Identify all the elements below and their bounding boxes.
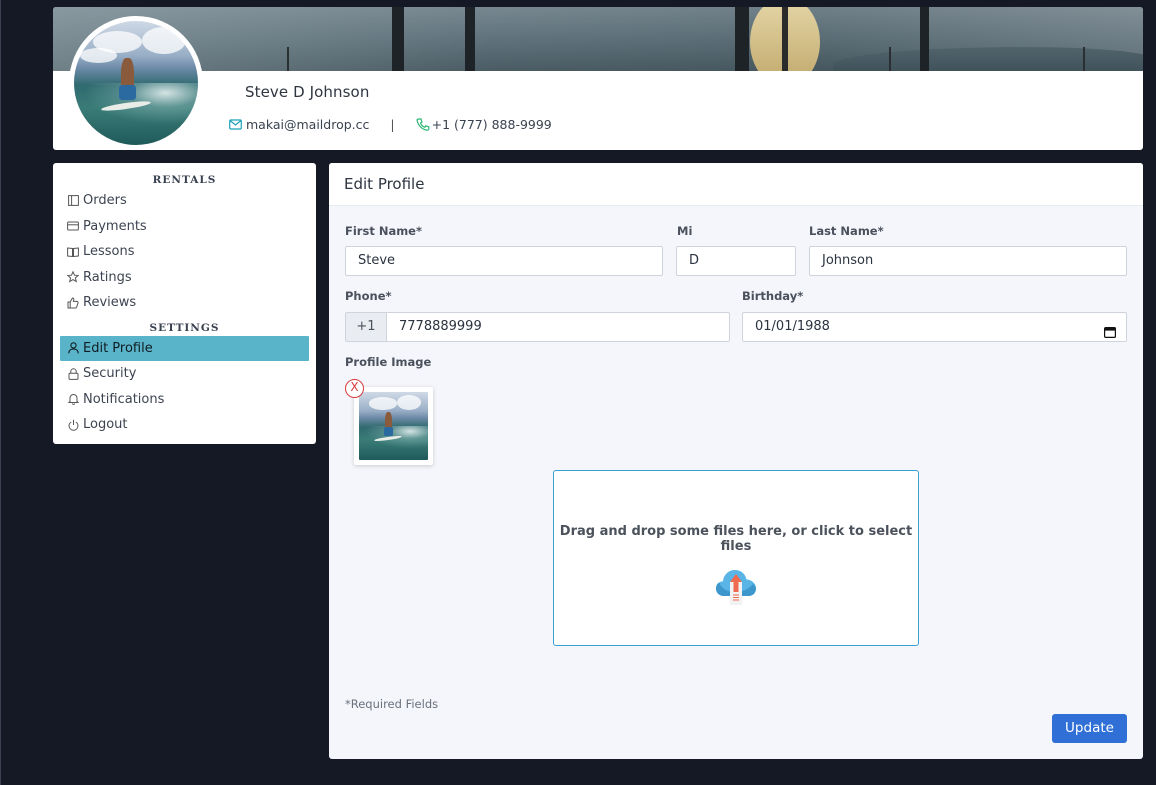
remove-image-button[interactable]: X [345,379,364,398]
calendar-icon[interactable] [1104,321,1117,349]
required-fields-note: *Required Fields [345,697,439,711]
sidebar-item-security[interactable]: Security [60,361,309,387]
first-name-label: First Name* [345,224,422,238]
sidebar-item-reviews[interactable]: Reviews [60,290,309,316]
sidebar-item-label: Orders [83,193,127,209]
lock-icon [66,367,80,381]
sidebar-item-label: Lessons [83,244,135,260]
orders-icon [66,194,80,208]
cover-banner [53,7,1143,71]
phone-label: Phone* [345,289,392,303]
panel-title: Edit Profile [329,163,1143,206]
profile-image-label: Profile Image [345,355,432,369]
sidebar-item-payments[interactable]: Payments [60,214,309,240]
credit-card-icon [66,219,80,233]
sidebar-item-label: Security [83,366,137,382]
profile-photo [74,21,198,145]
mi-input[interactable]: D [676,246,796,276]
first-name-input[interactable]: Steve [345,246,663,276]
book-icon [66,245,80,259]
last-name-label: Last Name* [809,224,884,238]
user-icon [66,341,80,355]
sidebar: RENTALS Orders Payments Lessons Ratings … [53,163,316,444]
mail-icon [229,119,242,130]
avatar [69,16,203,150]
sidebar-section-rentals: RENTALS [152,174,217,186]
profile-image-thumbnail [359,392,428,460]
phone-prefix: +1 [345,312,387,342]
contact-separator: | [390,117,395,132]
sidebar-item-ratings[interactable]: Ratings [60,265,309,291]
sidebar-item-lessons[interactable]: Lessons [60,239,309,265]
sidebar-item-notifications[interactable]: Notifications [60,387,309,413]
sidebar-item-label: Ratings [83,269,132,285]
profile-name: Steve D Johnson [245,83,370,101]
sidebar-item-label: Payments [83,218,147,234]
phone-input[interactable]: 7778889999 [386,312,730,342]
birthday-label: Birthday* [742,289,804,303]
star-icon [66,270,80,284]
sidebar-item-label: Reviews [83,295,137,311]
edit-profile-panel: Edit Profile First Name* Steve Mi D Last… [329,163,1143,759]
mi-label: Mi [677,224,693,238]
birthday-input[interactable]: 01/01/1988 [742,312,1127,342]
profile-phone[interactable]: +1 (777) 888-9999 [432,117,552,132]
profile-email[interactable]: makai@maildrop.cc [246,117,369,132]
bell-icon [66,392,80,406]
thumbs-up-icon [66,296,80,310]
sidebar-item-logout[interactable]: Logout [60,412,309,438]
profile-header: Steve D Johnson makai@maildrop.cc | +1 (… [53,7,1143,150]
sidebar-item-edit-profile[interactable]: Edit Profile [60,335,309,361]
update-button[interactable]: Update [1052,714,1127,743]
birthday-value: 01/01/1988 [755,319,830,334]
file-dropzone[interactable]: Drag and drop some files here, or click … [553,470,919,646]
sidebar-item-label: Logout [83,417,128,433]
contact-row: makai@maildrop.cc | +1 (777) 888-9999 [229,117,552,132]
sidebar-item-label: Edit Profile [83,340,153,356]
cloud-upload-icon [715,566,757,610]
sidebar-item-label: Notifications [83,391,165,407]
sidebar-item-orders[interactable]: Orders [60,188,309,214]
dropzone-text: Drag and drop some files here, or click … [559,524,913,554]
profile-image-preview [354,387,433,465]
last-name-input[interactable]: Johnson [809,246,1127,276]
power-icon [66,418,80,432]
window-edge [0,0,1,785]
phone-icon [416,118,430,131]
sidebar-section-settings: SETTINGS [149,321,220,334]
